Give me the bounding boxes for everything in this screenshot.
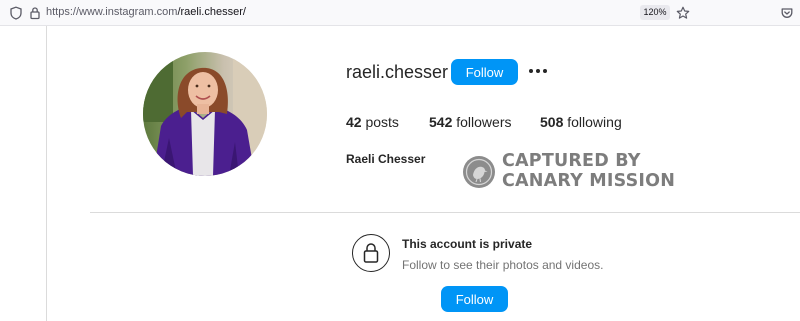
profile-username: raeli.chesser <box>346 62 449 82</box>
zoom-level-badge[interactable]: 120% <box>640 5 670 20</box>
profile-avatar[interactable] <box>143 52 267 176</box>
private-lock-badge <box>352 234 390 272</box>
posts-count: 42 posts <box>346 114 399 130</box>
lock-icon <box>363 242 378 263</box>
section-divider <box>90 212 800 213</box>
browser-url-bar[interactable]: https://www.instagram.com/raeli.chesser/… <box>0 0 800 26</box>
url-path: /raeli.chesser/ <box>177 6 246 18</box>
pocket-icon[interactable] <box>780 6 794 20</box>
follow-button[interactable]: Follow <box>451 59 518 85</box>
canary-bird-logo-icon <box>463 156 495 188</box>
avatar-image <box>143 52 267 176</box>
following-count-value: 508 <box>540 114 564 130</box>
private-account-subtitle: Follow to see their photos and videos. <box>402 258 604 272</box>
follow-button-secondary[interactable]: Follow <box>441 286 508 312</box>
profile-full-name: Raeli Chesser <box>346 152 426 166</box>
star-bookmark-icon[interactable] <box>676 6 690 20</box>
following-count-label: following <box>567 114 622 130</box>
posts-count-label: posts <box>365 114 399 130</box>
more-options-icon[interactable] <box>528 63 548 79</box>
watermark-line-2: CANARY MISSION <box>502 171 676 191</box>
followers-link[interactable]: 542 followers <box>429 114 512 130</box>
private-account-title: This account is private <box>402 237 533 251</box>
shield-icon[interactable] <box>9 6 23 20</box>
following-link[interactable]: 508 following <box>540 114 622 130</box>
watermark-line-1: CAPTURED BY <box>502 151 641 171</box>
url-prefix: https://www.instagram.com <box>46 6 178 18</box>
url-text[interactable]: https://www.instagram.com/raeli.chesser/ <box>46 6 246 18</box>
left-sidebar-border <box>46 26 47 321</box>
posts-count-value: 42 <box>346 114 362 130</box>
followers-count-label: followers <box>456 114 512 130</box>
followers-count-value: 542 <box>429 114 453 130</box>
lock-icon[interactable] <box>28 6 42 20</box>
